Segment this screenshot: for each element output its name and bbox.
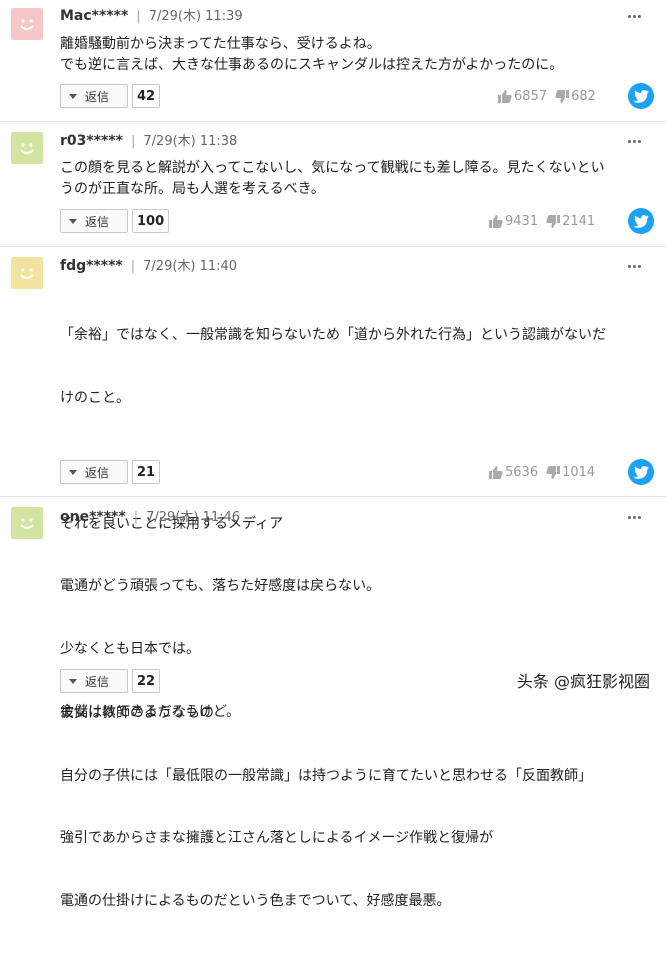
reply-button[interactable]: 返信: [60, 669, 128, 693]
comment-1: Mac***** | 7/29(木) 11:39 離婚騒動前から決まってた仕事なら、…: [0, 0, 666, 120]
thumbs-down-icon: [555, 89, 570, 103]
twitter-share-button[interactable]: [628, 83, 654, 109]
chevron-down-icon: [69, 218, 77, 224]
reply-count[interactable]: 100: [132, 209, 170, 233]
username[interactable]: one*****: [60, 509, 126, 525]
comment-text: 電通がどう頑張っても、落ちた好感度は戻らない。 少なくとも日本では。 金儲けはで…: [60, 578, 494, 909]
comment-meta: r03***** | 7/29(木) 11:38: [60, 133, 238, 149]
smiley-icon: [20, 19, 34, 30]
watermark: 头条 @疯狂影视圈: [516, 672, 650, 691]
smiley-icon: [20, 143, 34, 154]
thumbs-down-icon: [546, 214, 561, 228]
dislike-button[interactable]: 682: [555, 89, 596, 104]
more-options-icon[interactable]: [624, 510, 644, 524]
timestamp: 7/29(木) 11:39: [148, 9, 243, 24]
comment-meta: Mac***** | 7/29(木) 11:39: [60, 8, 243, 24]
avatar: [11, 132, 43, 164]
avatar: [11, 8, 43, 40]
username[interactable]: fdg*****: [60, 258, 123, 274]
more-options-icon[interactable]: [624, 259, 644, 273]
more-options-icon[interactable]: [624, 134, 644, 148]
username[interactable]: r03*****: [60, 133, 123, 149]
reply-count[interactable]: 42: [132, 84, 161, 108]
thumbs-up-icon: [498, 89, 512, 103]
twitter-bird-icon: [633, 89, 649, 103]
smiley-icon: [20, 268, 34, 279]
avatar: [11, 257, 43, 289]
twitter-share-button[interactable]: [628, 208, 654, 234]
avatar: [11, 507, 43, 539]
reply-button[interactable]: 返信: [60, 209, 128, 233]
comment-meta: fdg***** | 7/29(木) 11:40: [60, 258, 238, 274]
dislike-button[interactable]: 2141: [546, 214, 595, 229]
timestamp: 7/29(木) 11:40: [143, 259, 238, 274]
twitter-bird-icon: [633, 465, 649, 479]
timestamp: 7/29(木) 11:38: [143, 134, 238, 149]
smiley-icon: [20, 518, 34, 529]
twitter-share-button[interactable]: [628, 459, 654, 485]
more-options-icon[interactable]: [624, 9, 644, 23]
dislike-button[interactable]: 1014: [546, 465, 595, 480]
reply-button[interactable]: 返信: [60, 460, 128, 484]
twitter-bird-icon: [633, 214, 649, 228]
thumbs-up-icon: [489, 465, 503, 479]
reply-count[interactable]: 22: [132, 669, 161, 693]
chevron-down-icon: [69, 93, 77, 99]
timestamp: 7/29(木) 11:46: [146, 510, 241, 525]
like-button[interactable]: 5636: [489, 465, 538, 480]
like-button[interactable]: 6857: [498, 89, 547, 104]
comment-meta: one***** | 7/29(木) 11:46: [60, 509, 241, 525]
chevron-down-icon: [69, 678, 77, 684]
comment-text: この顔を見ると解説が入ってこないし、気になって観戦にも差し障る。見たくないという…: [60, 160, 605, 197]
thumbs-up-icon: [489, 214, 503, 228]
reply-button[interactable]: 返信: [60, 84, 128, 108]
thumbs-down-icon: [546, 465, 561, 479]
comment-3: fdg***** | 7/29(木) 11:40 「余裕」ではなく、一般常識を知らな…: [0, 247, 666, 784]
like-button[interactable]: 9431: [489, 214, 538, 229]
comment-2: r03***** | 7/29(木) 11:38 この顔を見ると解説が入ってこないし…: [0, 122, 666, 246]
comment-text: 離婚騒動前から決まってた仕事なら、受けるよね。 でも逆に言えば、大きな仕事あるのに…: [60, 36, 564, 73]
chevron-down-icon: [69, 469, 77, 475]
reply-count[interactable]: 21: [132, 460, 161, 484]
username[interactable]: Mac*****: [60, 8, 128, 24]
